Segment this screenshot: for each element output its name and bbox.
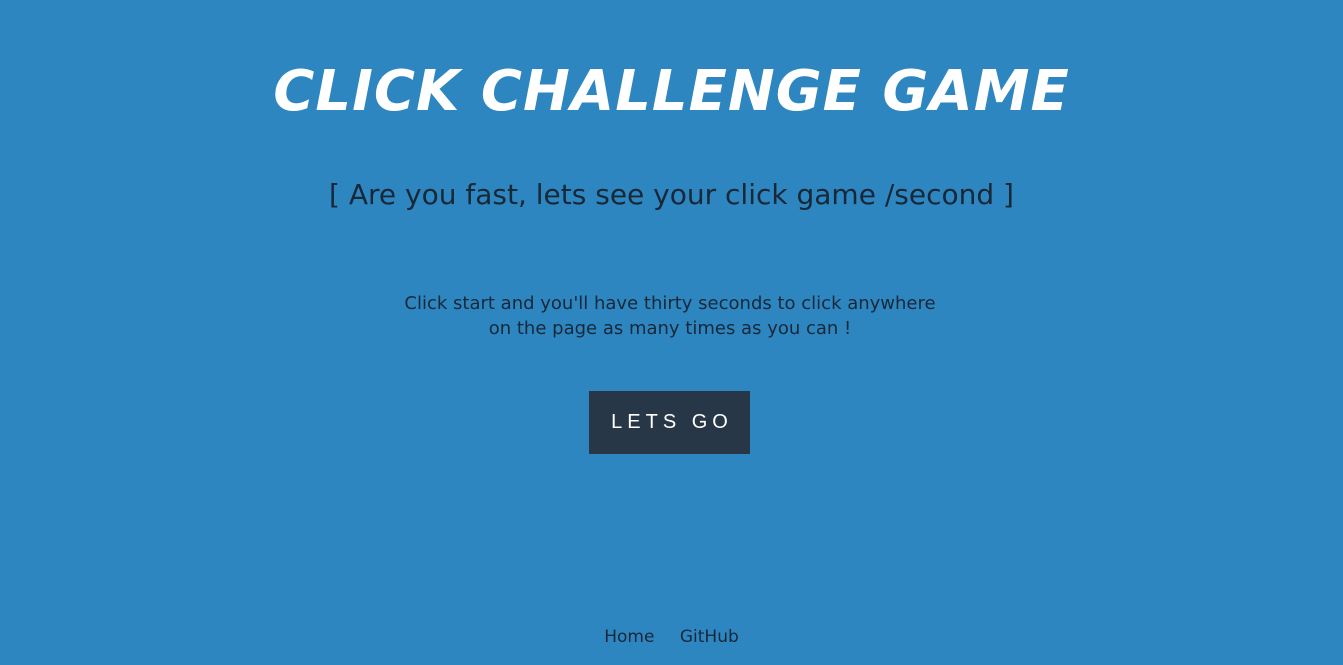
start-button[interactable]: LETS GO (589, 391, 750, 454)
instructions: Click start and you'll have thirty secon… (386, 291, 954, 341)
footer-nav: Home GitHub (0, 624, 1343, 650)
footer-link-home[interactable]: Home (604, 627, 654, 647)
tagline: [ Are you fast, lets see your click game… (329, 178, 1014, 211)
footer-link-github[interactable]: GitHub (680, 627, 739, 647)
page-title: CLICK CHALLENGE GAME (273, 59, 1070, 124)
instructions-line-2: on the page as many times as you can ! (488, 318, 852, 339)
instructions-line-1: Click start and you'll have thirty secon… (404, 293, 936, 314)
